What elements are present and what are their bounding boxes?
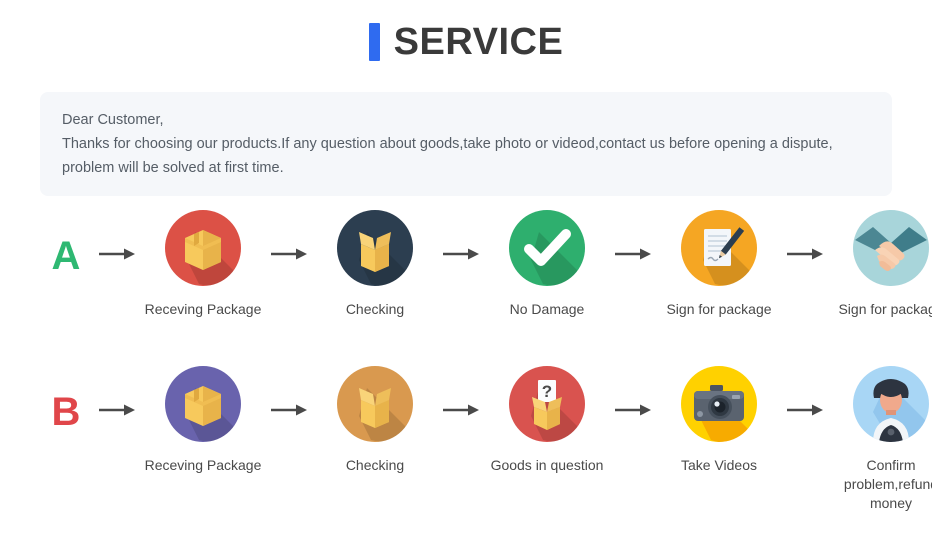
flow-step[interactable]: Receving Package: [140, 210, 266, 319]
title-accent-bar: [368, 23, 380, 61]
flow-step-label: Sign for package: [838, 301, 932, 317]
arrow-right-icon: [782, 210, 828, 262]
question-box-icon: ?: [509, 366, 585, 442]
flow-step-label: Receving Package: [144, 301, 262, 317]
arrow-right-icon: [782, 366, 828, 418]
page-header: SERVICE: [0, 0, 932, 62]
handshake-icon: [853, 210, 929, 286]
open-box-icon: [337, 366, 413, 442]
service-page: SERVICE Dear Customer, Thanks for choosi…: [0, 0, 932, 550]
flow-step[interactable]: Take Videos: [656, 366, 782, 475]
page-title: SERVICE: [393, 21, 564, 63]
flow-letter-b: B: [51, 390, 81, 434]
arrow-right-icon: [266, 366, 312, 418]
arrow-right-icon: [438, 210, 484, 262]
flow-step-label: Checking: [345, 301, 405, 317]
flow-row-b: B Receving Package Checking? Goods in quest…: [0, 366, 932, 513]
flow-step[interactable]: Confirm problem,refund money: [828, 366, 932, 513]
notice-line-1: Dear Customer,: [62, 112, 164, 128]
customer-notice-box: Dear Customer, Thanks for choosing our p…: [40, 92, 892, 196]
flow-step-label: Goods in question: [490, 457, 604, 473]
arrow-right-icon: [610, 210, 656, 262]
flow-row-a: A Receving Package Checking No Damage Sign f…: [0, 210, 932, 319]
svg-text:?: ?: [542, 382, 552, 401]
arrow-right-icon: [610, 366, 656, 418]
check-mark-icon: [509, 210, 585, 286]
flow-step[interactable]: Sign for package: [656, 210, 782, 319]
arrow-right-icon: [266, 210, 312, 262]
flow-step[interactable]: ? Goods in question: [484, 366, 610, 475]
flow-step[interactable]: Receving Package: [140, 366, 266, 475]
document-pen-icon: [681, 210, 757, 286]
flow-step[interactable]: No Damage: [484, 210, 610, 319]
support-person-icon: [853, 366, 929, 442]
flow-step-label: No Damage: [509, 301, 585, 317]
notice-line-3: problem will be solved at first time.: [62, 160, 284, 176]
flow-step-label: Take Videos: [680, 457, 757, 473]
package-box-icon: [165, 366, 241, 442]
flow-letter-a: A: [51, 234, 81, 278]
arrow-right-icon: [438, 366, 484, 418]
arrow-right-icon: [94, 210, 140, 262]
flow-step-label: Sign for package: [666, 301, 772, 317]
flow-step[interactable]: Sign for package: [828, 210, 932, 319]
flow-step-label: Receving Package: [144, 457, 262, 473]
flow-step-label: Checking: [345, 457, 405, 473]
flow-step-label: Confirm problem,refund money: [843, 457, 932, 511]
flow-step[interactable]: Checking: [312, 366, 438, 475]
notice-line-2: Thanks for choosing our products.If any …: [62, 136, 833, 152]
camera-icon: [681, 366, 757, 442]
open-box-icon: [337, 210, 413, 286]
arrow-right-icon: [94, 366, 140, 418]
package-box-icon: [165, 210, 241, 286]
flow-step[interactable]: Checking: [312, 210, 438, 319]
